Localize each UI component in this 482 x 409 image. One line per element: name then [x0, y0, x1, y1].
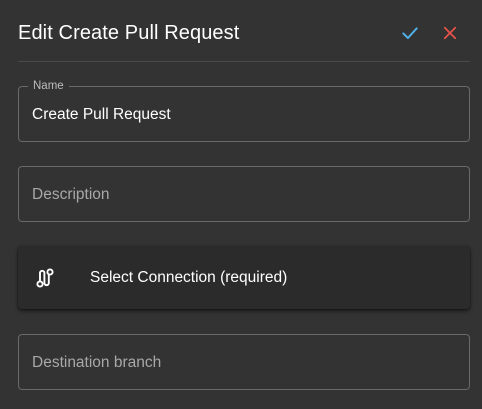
destination-branch-placeholder: Destination branch: [32, 354, 162, 371]
destination-branch-field[interactable]: Destination branch: [18, 334, 470, 390]
name-field-value: Create Pull Request: [32, 106, 171, 123]
close-button[interactable]: [437, 20, 463, 46]
check-icon: [402, 27, 418, 39]
dialog-header: Edit Create Pull Request: [18, 0, 470, 62]
connection-icon: [36, 268, 54, 288]
dialog-title: Edit Create Pull Request: [18, 22, 240, 44]
description-placeholder: Description: [32, 186, 110, 203]
select-connection-label: Select Connection (required): [90, 269, 288, 286]
confirm-button[interactable]: [397, 20, 423, 46]
name-field[interactable]: Name Create Pull Request: [18, 79, 470, 142]
select-connection-button[interactable]: Select Connection (required): [18, 246, 470, 309]
close-icon: [443, 26, 457, 40]
description-field[interactable]: Description: [18, 166, 470, 222]
name-field-label: Name: [28, 79, 69, 93]
edit-dialog: Edit Create Pull Request Name Create Pul…: [0, 0, 482, 409]
